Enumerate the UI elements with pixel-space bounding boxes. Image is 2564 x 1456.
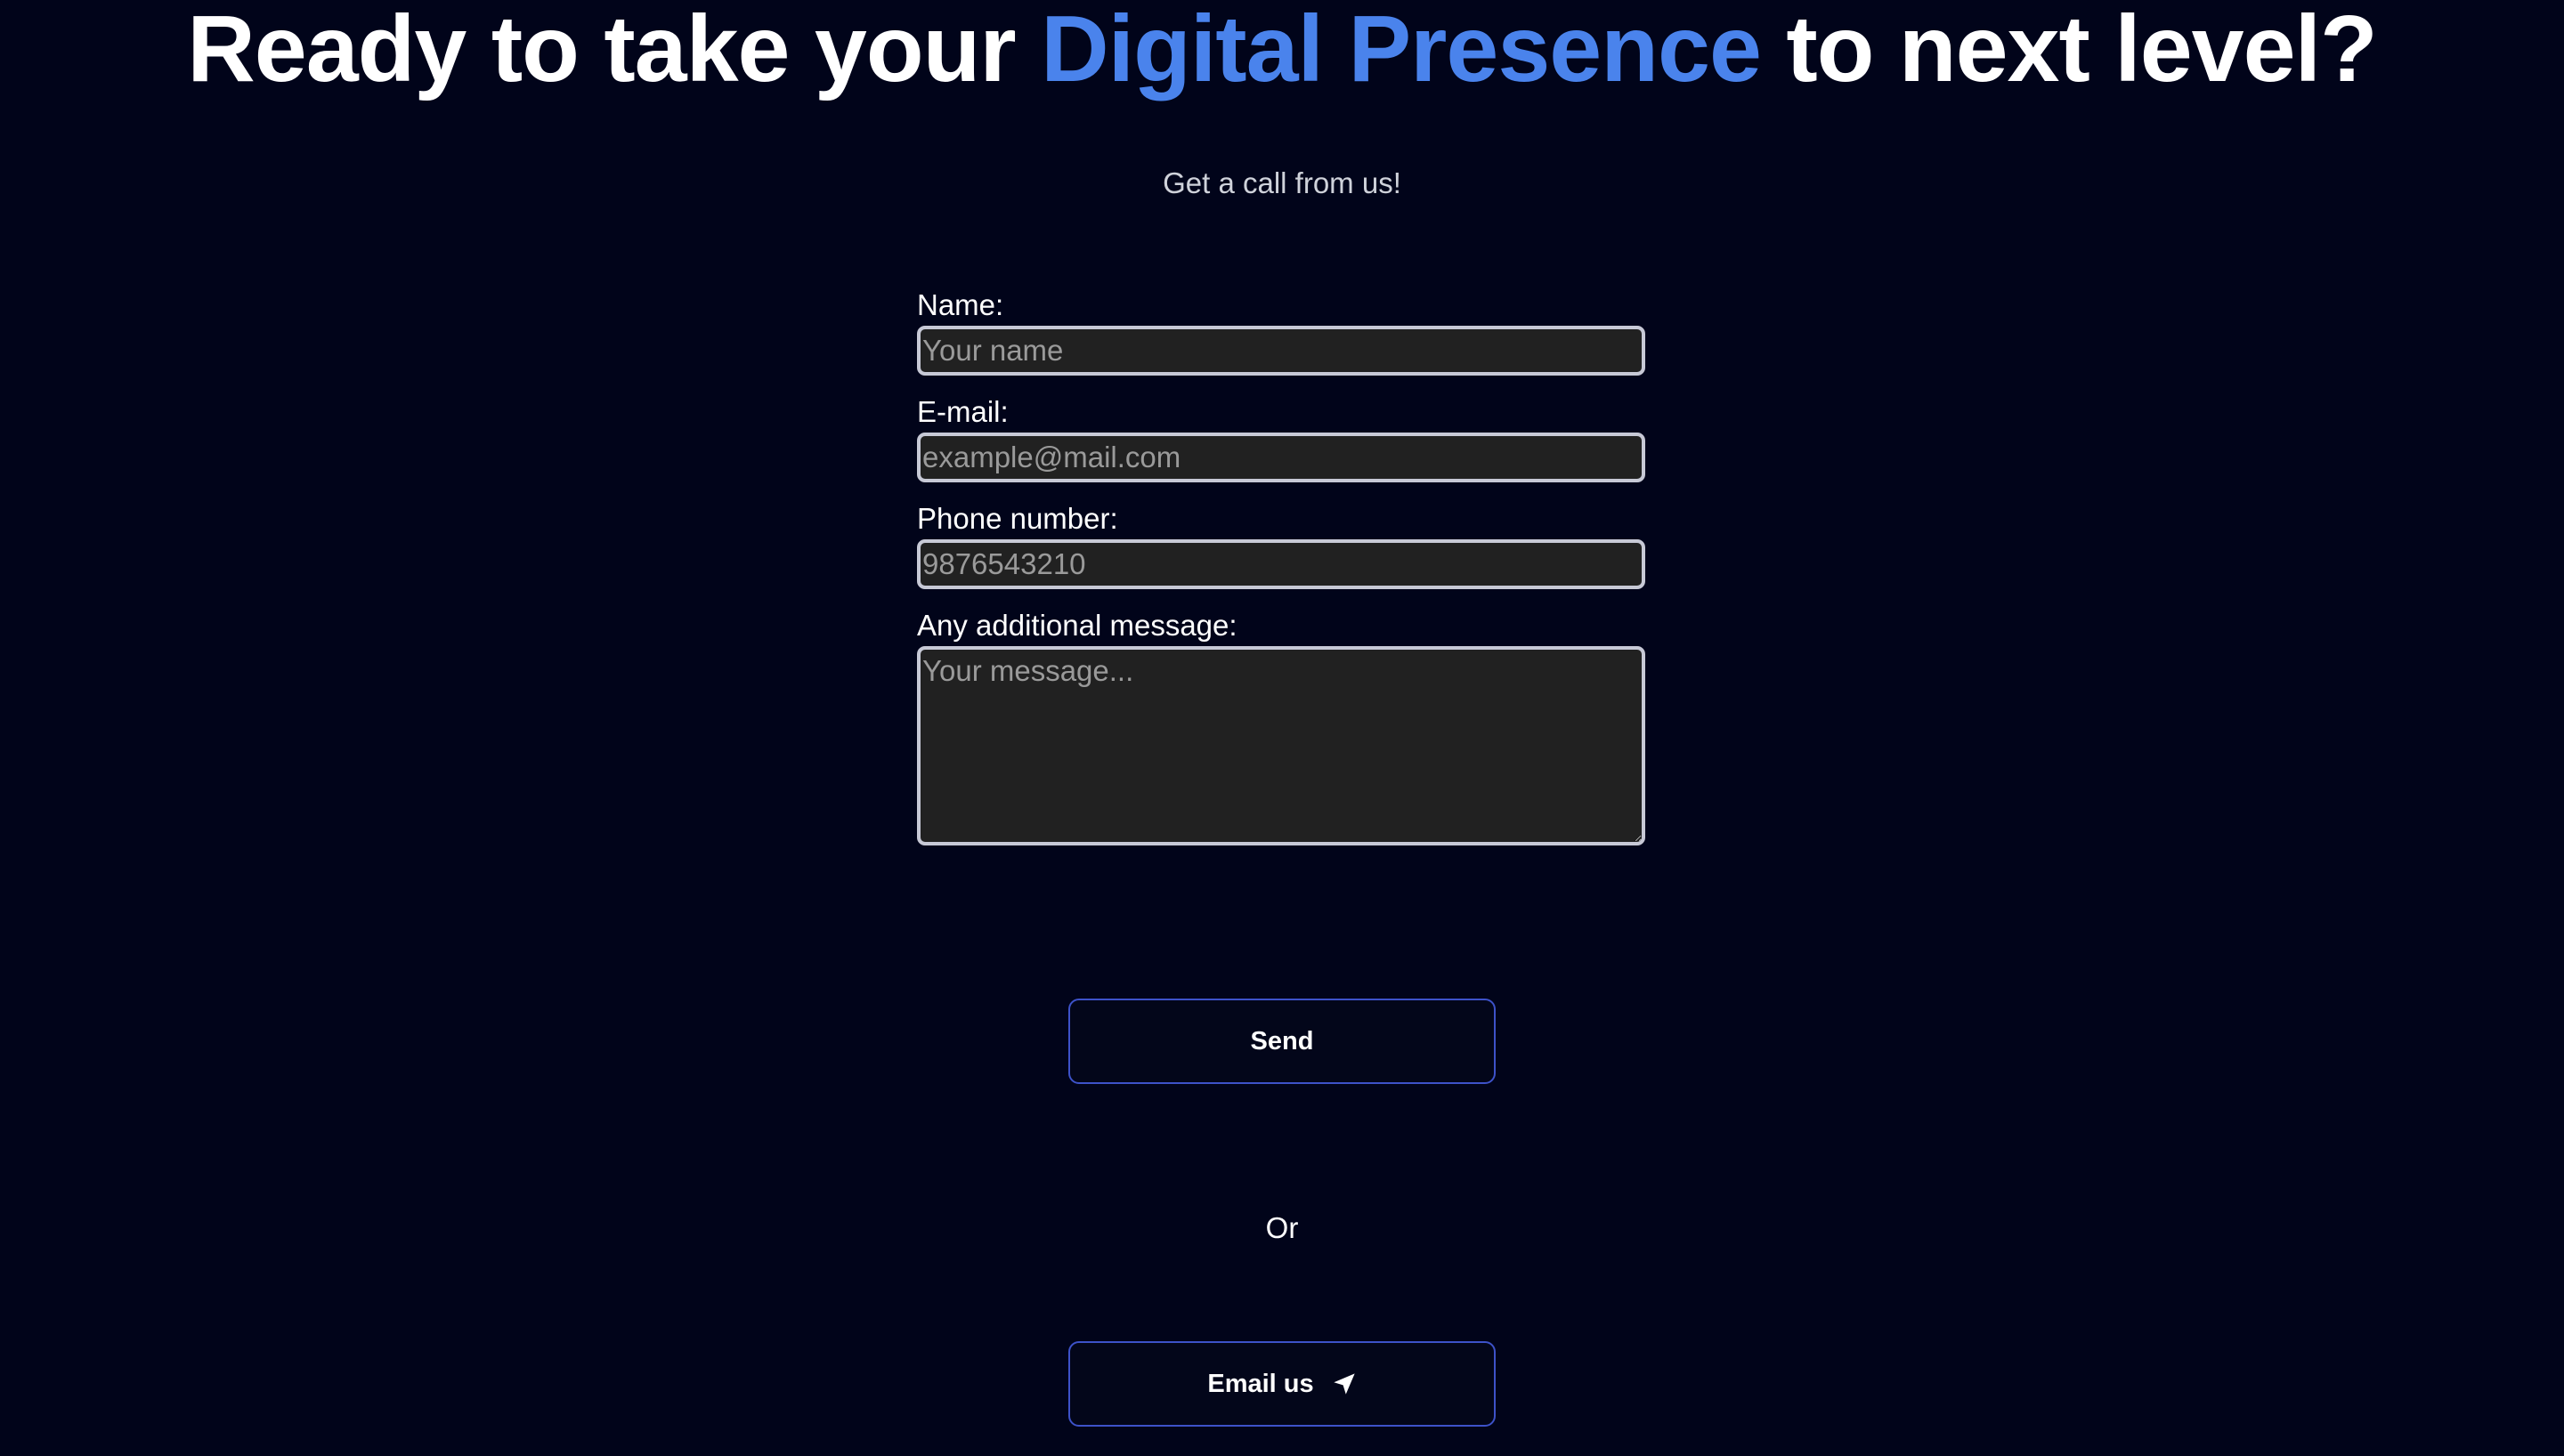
or-separator: Or (1265, 1211, 1299, 1244)
headline-prefix: Ready to take your (187, 0, 1042, 101)
headline-suffix: to next level? (1760, 0, 2377, 101)
contact-form: Name: E-mail: Phone number: Any addition… (917, 285, 1645, 866)
send-icon (1332, 1371, 1357, 1396)
message-label: Any additional message: (917, 609, 1237, 642)
email-us-label: Email us (1207, 1369, 1314, 1398)
page-title: Ready to take your Digital Presence to n… (0, 0, 2564, 98)
send-button-label: Send (1250, 1026, 1314, 1056)
name-input[interactable] (917, 326, 1645, 376)
send-button[interactable]: Send (1068, 999, 1496, 1084)
phone-input[interactable] (917, 539, 1645, 589)
name-label: Name: (917, 288, 1004, 321)
message-textarea[interactable] (917, 646, 1645, 845)
phone-label: Phone number: (917, 502, 1118, 535)
headline-highlight: Digital Presence (1041, 0, 1762, 101)
subtitle: Get a call from us! (1163, 166, 1401, 199)
email-input[interactable] (917, 433, 1645, 482)
email-label: E-mail: (917, 395, 1009, 428)
email-us-button[interactable]: Email us (1068, 1341, 1496, 1427)
